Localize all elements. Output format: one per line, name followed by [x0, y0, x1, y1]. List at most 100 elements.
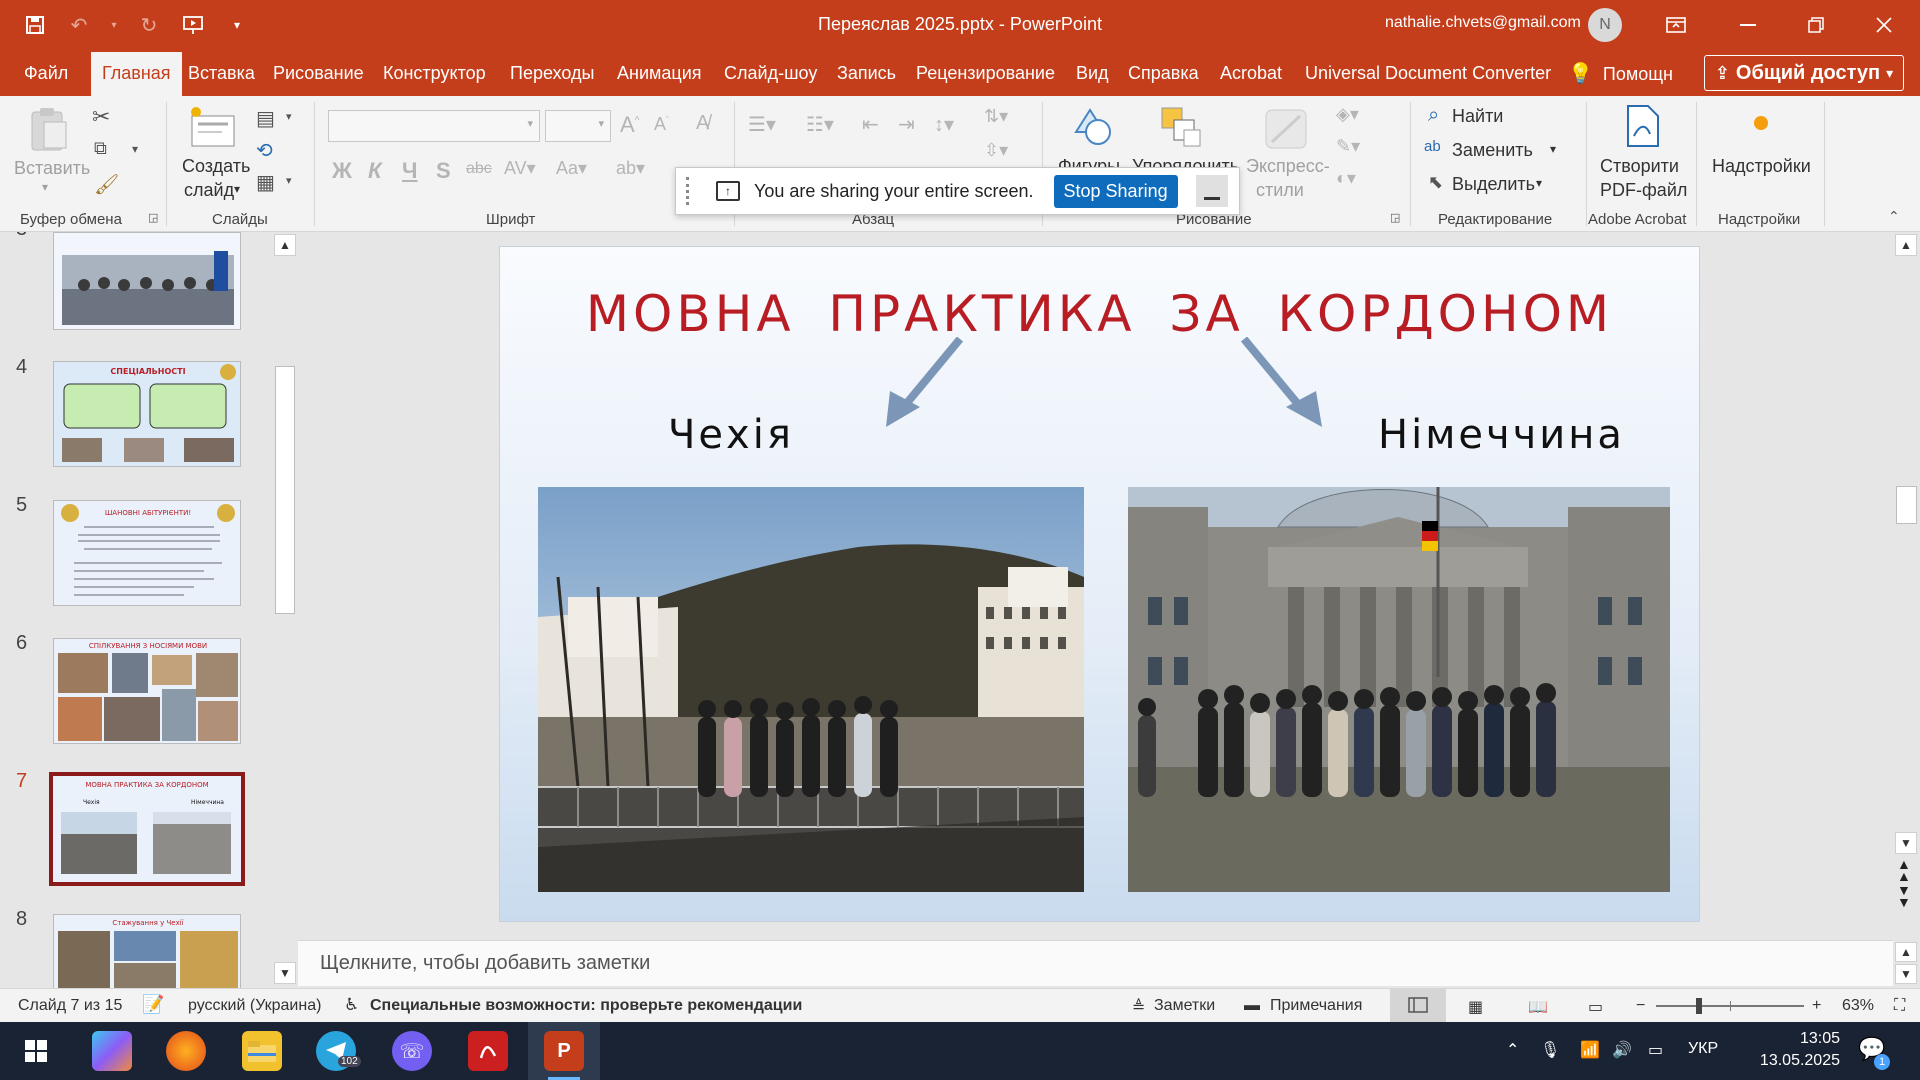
copy-icon[interactable]: ⧉	[94, 138, 107, 159]
tab-draw[interactable]: Рисование	[273, 63, 364, 84]
language-indicator[interactable]: русский (Украина)	[188, 997, 321, 1015]
create-pdf-label-1[interactable]: Створити	[1600, 156, 1679, 177]
tab-animations[interactable]: Анимация	[617, 63, 702, 84]
acrobat-icon[interactable]	[468, 1031, 508, 1071]
new-slide-label-2[interactable]: слайд	[184, 180, 234, 201]
label-germany[interactable]: Німеччина	[1378, 412, 1625, 458]
bullets-icon[interactable]: ☰▾	[748, 112, 776, 137]
quick-styles-icon[interactable]	[1262, 106, 1310, 158]
addins-button[interactable]: Надстройки	[1712, 156, 1811, 177]
copy-dropdown-icon[interactable]: ▾	[132, 142, 138, 156]
tell-me[interactable]: 💡 Помощн	[1568, 61, 1673, 86]
slide-scrollbar[interactable]: ▲ ▼	[1893, 232, 1920, 856]
thumbnail-slide-4[interactable]: СПЕЦІАЛЬНОСТІ	[53, 361, 241, 467]
comments-icon[interactable]: ▬	[1244, 997, 1260, 1015]
italic-button[interactable]: К	[368, 158, 382, 184]
increase-indent-icon[interactable]: ⇥	[898, 112, 915, 137]
close-icon[interactable]	[1864, 8, 1904, 42]
zoom-in-icon[interactable]: +	[1812, 997, 1821, 1015]
battery-icon[interactable]: ▭	[1648, 1040, 1663, 1060]
scroll-down-icon[interactable]: ▼	[1895, 832, 1917, 854]
label-czechia[interactable]: Чехія	[668, 412, 794, 458]
paste-icon[interactable]	[28, 106, 70, 158]
align-text-icon[interactable]: ⇳▾	[984, 140, 1008, 161]
create-pdf-label-2[interactable]: PDF-файл	[1600, 180, 1687, 201]
avatar[interactable]: N	[1588, 8, 1622, 42]
firefox-icon[interactable]	[166, 1031, 206, 1071]
powerpoint-taskbar-button[interactable]: P	[528, 1022, 600, 1080]
layout-icon[interactable]: ▤	[256, 106, 275, 131]
shapes-icon[interactable]	[1068, 104, 1118, 156]
clear-formatting-icon[interactable]: A̸	[696, 112, 709, 135]
tab-design[interactable]: Конструктор	[383, 63, 486, 84]
scroll-down-icon[interactable]: ▼	[1895, 964, 1917, 984]
collapse-ribbon-icon[interactable]: ⌃	[1888, 208, 1900, 225]
tab-transitions[interactable]: Переходы	[510, 63, 594, 84]
normal-view-button[interactable]	[1390, 989, 1446, 1023]
font-size-combo[interactable]: ▾	[545, 110, 611, 142]
shape-outline-icon[interactable]: ✎▾	[1336, 136, 1360, 157]
input-language[interactable]: УКР	[1688, 1040, 1718, 1058]
tab-review[interactable]: Рецензирование	[916, 63, 1055, 84]
decrease-indent-icon[interactable]: ⇤	[862, 112, 879, 137]
quick-styles-label-1[interactable]: Экспресс-	[1246, 156, 1330, 177]
notes-scrollbar[interactable]: ▲ ▼	[1893, 940, 1920, 986]
volume-icon[interactable]: 🔊	[1612, 1040, 1632, 1060]
file-explorer-icon[interactable]	[242, 1031, 282, 1071]
tab-slideshow[interactable]: Слайд-шоу	[724, 63, 817, 84]
replace-icon[interactable]: ab	[1424, 138, 1441, 155]
notes-toggle-button[interactable]: Заметки	[1154, 997, 1215, 1015]
create-pdf-icon[interactable]	[1622, 104, 1662, 154]
previous-slide-icon[interactable]: ▲ ▲	[1897, 857, 1911, 883]
tab-udc[interactable]: Universal Document Converter	[1305, 63, 1551, 84]
text-direction-icon[interactable]: ⇅▾	[984, 106, 1008, 127]
reading-view-icon[interactable]: 📖	[1528, 997, 1548, 1017]
tab-help[interactable]: Справка	[1128, 63, 1199, 84]
highlight-icon[interactable]: ab▾	[616, 158, 645, 179]
thumbnail-slide-6[interactable]: СПІЛКУВАННЯ З НОСІЯМИ МОВИ	[53, 638, 241, 744]
microphone-icon[interactable]: 🎙	[1540, 1040, 1560, 1060]
tab-acrobat[interactable]: Acrobat	[1220, 63, 1282, 84]
viber-icon[interactable]: ☏	[392, 1031, 432, 1071]
clock[interactable]: 13:05 13.05.2025	[1740, 1028, 1840, 1072]
thumbnail-slide-3[interactable]	[53, 232, 241, 330]
account-email[interactable]: nathalie.chvets@gmail.com	[1385, 14, 1581, 32]
fit-slide-icon[interactable]: ⛶	[1894, 997, 1905, 1015]
change-case-icon[interactable]: Aa▾	[556, 158, 587, 179]
drag-handle[interactable]	[686, 177, 704, 205]
section-dropdown-icon[interactable]: ▾	[286, 174, 292, 187]
select-dropdown-icon[interactable]: ▾	[1536, 176, 1542, 190]
shape-effects-icon[interactable]: ◐▾	[1336, 168, 1356, 189]
bold-button[interactable]: Ж	[332, 158, 352, 184]
notes-pane[interactable]: Щелкните, чтобы добавить заметки	[298, 940, 1898, 986]
format-painter-icon[interactable]: 🖌	[94, 172, 119, 197]
tab-view[interactable]: Вид	[1076, 63, 1109, 84]
reset-slide-icon[interactable]: ⟲	[256, 138, 273, 163]
slide-canvas[interactable]: МОВНА ПРАКТИКА ЗА КОРДОНОМ Чехія Німеччи…	[499, 246, 1700, 922]
minimize-banner-button[interactable]	[1195, 175, 1228, 207]
scroll-up-icon[interactable]: ▲	[1895, 942, 1917, 962]
clipboard-launcher-icon[interactable]: ◲	[148, 211, 158, 224]
photo-czechia[interactable]	[538, 487, 1084, 892]
tab-record[interactable]: Запись	[837, 63, 896, 84]
find-button[interactable]: Найти	[1452, 106, 1503, 127]
strikethrough-icon[interactable]: abc	[466, 160, 492, 178]
quick-styles-label-2[interactable]: стили	[1256, 180, 1304, 201]
replace-dropdown-icon[interactable]: ▾	[1550, 142, 1556, 156]
photo-germany[interactable]	[1128, 487, 1670, 892]
show-hidden-icons-icon[interactable]: ⌃	[1506, 1040, 1519, 1060]
notes-placeholder[interactable]: Щелкните, чтобы добавить заметки	[320, 952, 650, 975]
new-slide-icon[interactable]	[186, 104, 240, 156]
scrollbar-thumb[interactable]	[275, 366, 295, 614]
numbering-icon[interactable]: ☷▾	[806, 112, 834, 137]
tab-file[interactable]: Файл	[24, 63, 68, 84]
thumbnail-slide-5[interactable]: ШАНОВНІ АБІТУРІЄНТИ!	[53, 500, 241, 606]
cut-icon[interactable]: ✂	[92, 104, 110, 130]
thumbnails-scrollbar[interactable]: ▲ ▼	[272, 232, 298, 988]
slideshow-view-icon[interactable]: ▭	[1588, 997, 1603, 1017]
zoom-out-icon[interactable]: −	[1636, 997, 1645, 1015]
slide-counter[interactable]: Слайд 7 из 15	[18, 997, 122, 1015]
drawing-launcher-icon[interactable]: ◲	[1390, 211, 1400, 224]
stop-sharing-button[interactable]: Stop Sharing	[1053, 174, 1178, 208]
copilot-icon[interactable]	[92, 1031, 132, 1071]
